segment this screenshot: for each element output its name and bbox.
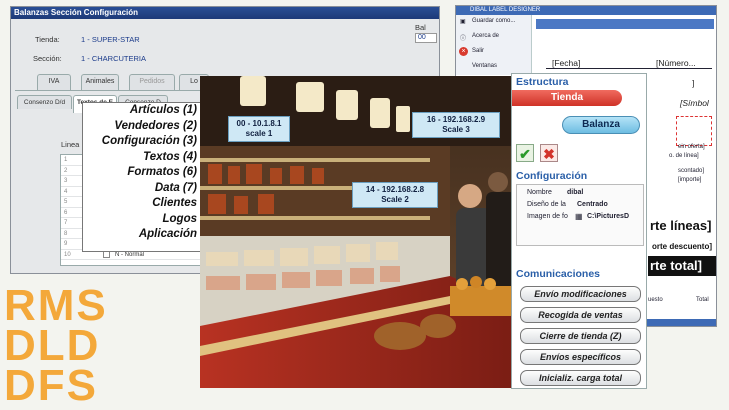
rule-1 bbox=[546, 68, 712, 69]
tab-animales[interactable]: Animales bbox=[81, 74, 119, 90]
menu-ventanas[interactable]: Ventanas bbox=[472, 63, 497, 69]
text-descontado: scontado] bbox=[678, 168, 705, 174]
designer-file-menu: ▣ Guardar como... ⓘ Acerca de × Salir Ve… bbox=[456, 15, 532, 75]
total-text: rte total] bbox=[648, 256, 716, 276]
designer-path-bar bbox=[536, 19, 714, 29]
brand-logo: RMS DLD DFS bbox=[4, 281, 108, 410]
nombre-value: dibal bbox=[567, 189, 584, 196]
tienda-value: 1 - SUPER-STAR bbox=[81, 35, 140, 44]
menu-item-configuracion[interactable]: Configuración (3) bbox=[83, 134, 203, 150]
row-number: 10 bbox=[64, 251, 71, 258]
total-lines-text: rte líneas] bbox=[650, 218, 712, 233]
cierre-tienda-button[interactable]: Cierre de tienda (Z) bbox=[520, 328, 641, 344]
menu-item-vendedores[interactable]: Vendedores (2) bbox=[83, 119, 203, 135]
scale-1-name: scale 1 bbox=[245, 129, 273, 138]
envio-modificaciones-button[interactable]: Envío modificaciones bbox=[520, 286, 641, 302]
tienda-label: Tienda: bbox=[35, 35, 60, 44]
selection-box bbox=[676, 116, 712, 146]
nombre-label: Nombre bbox=[527, 189, 552, 196]
bal-label: Bal bbox=[415, 23, 426, 32]
text-sin-oferta: ein oferta] bbox=[678, 144, 705, 150]
inicializ-carga-button[interactable]: Inicializ. carga total bbox=[520, 370, 641, 386]
info-icon: ⓘ bbox=[460, 36, 467, 42]
menu-item-logos[interactable]: Logos bbox=[83, 212, 203, 228]
tienda-button[interactable]: Tienda bbox=[512, 90, 622, 106]
field-fecha[interactable]: [Fecha] bbox=[552, 58, 580, 68]
menu-salir[interactable]: Salir bbox=[472, 48, 484, 54]
menu-item-formatos[interactable]: Formatos (6) bbox=[83, 165, 203, 181]
save-icon: ▣ bbox=[460, 19, 466, 25]
cancel-icon[interactable]: ✖ bbox=[540, 144, 558, 162]
discount-text: orte descuento] bbox=[652, 242, 713, 251]
brand-dld: DLD bbox=[4, 321, 101, 370]
scale-3-ip: 16 - 192.168.2.9 bbox=[426, 115, 486, 124]
field-numero[interactable]: [Número... bbox=[656, 58, 696, 68]
scale-label-3[interactable]: 16 - 192.168.2.9 Scale 3 bbox=[412, 112, 500, 138]
recogida-ventas-button[interactable]: Recogida de ventas bbox=[520, 307, 641, 323]
menu-item-data[interactable]: Data (7) bbox=[83, 181, 203, 197]
menu-item-textos[interactable]: Textos (4) bbox=[83, 150, 203, 166]
envios-especificos-button[interactable]: Envíos específicos bbox=[520, 349, 641, 365]
diseno-value: Centrado bbox=[577, 201, 608, 208]
accept-icon[interactable]: ✔ bbox=[516, 144, 534, 162]
diseno-label: Diseño de la bbox=[527, 201, 566, 208]
balanza-button[interactable]: Balanza bbox=[562, 116, 640, 134]
folder-icon[interactable]: ▦ bbox=[575, 212, 583, 221]
scale-1-ip: 00 - 10.1.8.1 bbox=[236, 119, 282, 128]
brand-rms: RMS bbox=[4, 281, 108, 330]
footer-puesto: uesto bbox=[648, 297, 663, 303]
tab-iva[interactable]: IVA bbox=[37, 74, 71, 90]
tab-pedidos[interactable]: Pedidos bbox=[129, 74, 175, 90]
store-photo: 00 - 10.1.8.1 scale 1 16 - 192.168.2.9 S… bbox=[200, 76, 516, 388]
subtab-consenzo[interactable]: Consenzo D/d bbox=[17, 95, 72, 109]
imagen-label: Imagen de fo bbox=[527, 213, 568, 220]
estructura-heading: Estructura bbox=[516, 76, 569, 88]
sections-menu: Artículos (1) Vendedores (2) Configuraci… bbox=[82, 102, 204, 252]
bal-field[interactable]: 00 bbox=[415, 33, 437, 43]
config-window-title: Balanzas Sección Configuración bbox=[11, 7, 439, 19]
field-simbolo[interactable]: [Símbol bbox=[680, 98, 709, 108]
comunicaciones-heading: Comunicaciones bbox=[516, 268, 601, 280]
scale-label-1[interactable]: 00 - 10.1.8.1 scale 1 bbox=[228, 116, 290, 142]
scale-3-name: Scale 3 bbox=[442, 125, 470, 134]
menu-item-clientes[interactable]: Clientes bbox=[83, 196, 203, 212]
brand-dfs: DFS bbox=[4, 361, 98, 410]
designer-status-bar bbox=[646, 319, 716, 326]
menu-item-aplicacion[interactable]: Aplicación bbox=[83, 227, 203, 243]
scale-2-ip: 14 - 192.168.2.8 bbox=[365, 185, 425, 194]
structure-panel: Estructura Tienda Balanza ✔ ✖ Configurac… bbox=[511, 73, 647, 389]
field-bracket[interactable]: ] bbox=[692, 78, 694, 88]
seccion-label: Sección: bbox=[33, 54, 62, 63]
menu-guardar[interactable]: Guardar como... bbox=[472, 18, 515, 24]
footer-total: Total bbox=[696, 297, 709, 303]
imagen-value: C:\PicturesD bbox=[587, 213, 630, 220]
exit-icon: × bbox=[459, 47, 468, 56]
config-box: Nombre dibal Diseño de la Centrado Image… bbox=[516, 184, 644, 246]
designer-window-title: DIBAL LABEL DESIGNER bbox=[456, 6, 716, 15]
scale-2-name: Scale 2 bbox=[381, 195, 409, 204]
lines-label: Linea bbox=[61, 140, 80, 149]
text-linea: o. de línea] bbox=[669, 153, 699, 159]
scale-label-2[interactable]: 14 - 192.168.2.8 Scale 2 bbox=[352, 182, 438, 208]
seccion-value: 1 - CHARCUTERIA bbox=[81, 54, 147, 63]
menu-item-articulos[interactable]: Artículos (1) bbox=[83, 103, 203, 119]
tab-divider bbox=[15, 90, 215, 91]
menu-acerca[interactable]: Acerca de bbox=[472, 33, 499, 39]
configuracion-heading: Configuración bbox=[516, 170, 588, 182]
text-importe: [importe] bbox=[678, 177, 702, 183]
